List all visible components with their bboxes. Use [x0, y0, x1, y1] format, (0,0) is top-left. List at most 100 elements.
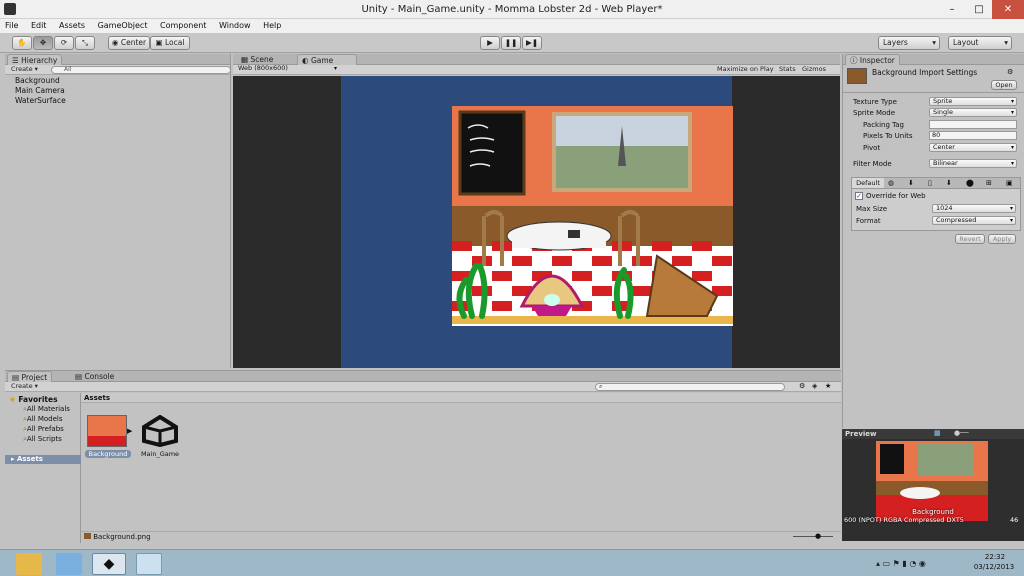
menu-window[interactable]: Window	[214, 19, 256, 33]
revert-button[interactable]: Revert	[955, 234, 985, 244]
tab-default[interactable]: Default	[852, 178, 884, 188]
inspector-panel: ⓘ Inspector Background Import Settings ⚙…	[842, 54, 1024, 428]
project-sidebar: ★ Favorites ⌕All Materials ⌕All Models ⌕…	[5, 393, 81, 543]
blackberry-platform-icon[interactable]: ⬤	[966, 179, 974, 187]
tab-console[interactable]: ▤ Console	[71, 371, 118, 382]
web-platform-icon[interactable]: ◍	[888, 179, 894, 187]
android-platform-icon[interactable]: ⬇	[946, 179, 952, 187]
menu-component[interactable]: Component	[155, 19, 211, 33]
project-search-input[interactable]: ⌕	[595, 383, 785, 391]
favorite-item[interactable]: ⌕All Prefabs	[23, 425, 64, 434]
footer-file-name: Background.png	[93, 533, 151, 541]
ppu-input[interactable]: 80	[929, 131, 1017, 140]
rotate-tool-icon[interactable]: ⟳	[54, 36, 74, 50]
filter-label-icon[interactable]: ◈	[812, 382, 817, 390]
app-icon[interactable]	[56, 553, 82, 575]
preview-name: Background	[912, 508, 954, 516]
project-create-button[interactable]: Create ▾	[11, 382, 38, 391]
maximize-button[interactable]: □	[966, 0, 992, 19]
favorite-star-icon[interactable]: ★	[825, 382, 831, 390]
breadcrumb: Assets	[81, 393, 841, 403]
space-local-button[interactable]: ▣ Local	[150, 36, 190, 50]
step-button[interactable]: ▶❚	[522, 36, 542, 50]
flash-platform-icon[interactable]: ▣	[1006, 179, 1013, 187]
ios-platform-icon[interactable]: ▯	[928, 179, 932, 187]
hand-tool-icon[interactable]: ✋	[12, 36, 32, 50]
layers-label: Layers	[883, 38, 908, 47]
unity-taskbar-icon[interactable]: ◆	[92, 553, 126, 575]
rgb-toggle-icon[interactable]: ▦	[934, 429, 941, 437]
open-button[interactable]: Open	[991, 80, 1017, 90]
override-checkbox[interactable]: ✓	[855, 192, 863, 200]
menu-help[interactable]: Help	[258, 19, 286, 33]
pause-button[interactable]: ❚❚	[501, 36, 521, 50]
packing-tag-input[interactable]	[929, 120, 1017, 129]
project-tabbar: ▤ Project ▤ Console	[5, 371, 841, 382]
zoom-slider[interactable]	[793, 536, 833, 537]
menu-assets[interactable]: Assets	[54, 19, 90, 33]
pivot-center-button[interactable]: ◉ Center	[108, 36, 150, 50]
hierarchy-create-button[interactable]: Create ▾	[11, 65, 38, 74]
max-size-dropdown[interactable]: 1024	[932, 204, 1016, 213]
settings-gear-icon[interactable]: ⚙	[1007, 68, 1013, 76]
tab-project[interactable]: ▤ Project	[7, 371, 53, 382]
game-viewport[interactable]	[233, 76, 840, 368]
move-tool-icon[interactable]: ✥	[33, 36, 53, 50]
gizmos-dropdown[interactable]: Gizmos	[802, 65, 826, 74]
preview-info-tail: 46	[1010, 516, 1019, 524]
favorite-item[interactable]: ⌕All Models	[23, 415, 63, 424]
tab-hierarchy[interactable]: ☰ Hierarchy	[7, 54, 63, 65]
stats-toggle[interactable]: Stats	[779, 65, 796, 74]
max-size-label: Max Size	[856, 205, 888, 213]
minimize-button[interactable]: –	[938, 0, 966, 19]
menu-gameobject[interactable]: GameObject	[93, 19, 153, 33]
play-button[interactable]: ▶	[480, 36, 500, 50]
filter-mode-dropdown[interactable]: Bilinear	[929, 159, 1017, 168]
breadcrumb-assets[interactable]: Assets	[84, 394, 110, 402]
layout-dropdown[interactable]: Layout ▾	[948, 36, 1012, 50]
favorite-item[interactable]: ⌕All Materials	[23, 405, 70, 414]
zoom-slider-handle[interactable]: ●	[815, 532, 821, 540]
favorite-item[interactable]: ⌕All Scripts	[23, 435, 62, 444]
menu-bar: File Edit Assets GameObject Component Wi…	[0, 19, 1024, 33]
unity-scene-icon	[142, 415, 178, 447]
clock-time[interactable]: 22:32	[970, 553, 1020, 561]
scale-tool-icon[interactable]: ⤡	[75, 36, 95, 50]
file-explorer-icon[interactable]	[16, 553, 42, 575]
mip-slider[interactable]: ●──	[954, 429, 969, 437]
image-file-icon	[84, 533, 91, 539]
assets-folder[interactable]: ▸ Assets	[5, 455, 81, 464]
asset-item[interactable]: Main_Game	[139, 415, 185, 459]
menu-file[interactable]: File	[0, 19, 23, 33]
texture-type-dropdown[interactable]: Sprite	[929, 97, 1017, 106]
clock-date[interactable]: 03/12/2013	[966, 563, 1022, 571]
resolution-dropdown[interactable]: Web (800x600)	[235, 65, 339, 74]
format-dropdown[interactable]: Compressed	[932, 216, 1016, 225]
sprite-mode-dropdown[interactable]: Single	[929, 108, 1017, 117]
tray-icons[interactable]: ▴ ▭ ⚑ ▮ ◔ ◉	[876, 559, 926, 568]
apply-button[interactable]: Apply	[988, 234, 1016, 244]
favorites-folder[interactable]: ★ Favorites	[9, 395, 58, 404]
tab-inspector[interactable]: ⓘ Inspector	[845, 54, 900, 65]
pivot-dropdown[interactable]: Center	[929, 143, 1017, 152]
tablecloth	[512, 234, 606, 248]
hierarchy-item[interactable]: Main Camera	[15, 86, 65, 95]
standalone-platform-icon[interactable]: ⬇	[908, 179, 914, 187]
windows-platform-icon[interactable]: ⊞	[986, 179, 992, 187]
pearl	[544, 294, 560, 306]
tab-game[interactable]: ◐ Game	[297, 54, 357, 65]
maximize-on-play-toggle[interactable]: Maximize on Play	[717, 65, 774, 74]
asset-item[interactable]: ▶ Background	[85, 415, 133, 459]
close-button[interactable]: ✕	[992, 0, 1024, 19]
view-tabbar: ▦ Scene ◐ Game	[233, 54, 840, 65]
web-player-taskbar-icon[interactable]	[136, 553, 162, 575]
game-view-toolbar: Web (800x600) Maximize on Play Stats Giz…	[233, 65, 840, 75]
expand-arrow-icon[interactable]: ▶	[127, 427, 132, 435]
menu-edit[interactable]: Edit	[26, 19, 52, 33]
platform-settings: ✓ Override for Web Max Size 1024 Format …	[851, 189, 1021, 231]
filter-type-icon[interactable]: ⚙	[799, 382, 805, 390]
hierarchy-search-input[interactable]: All	[51, 66, 231, 74]
hierarchy-item[interactable]: Background	[15, 76, 60, 85]
hierarchy-item[interactable]: WaterSurface	[15, 96, 66, 105]
layers-dropdown[interactable]: Layers ▾	[878, 36, 940, 50]
